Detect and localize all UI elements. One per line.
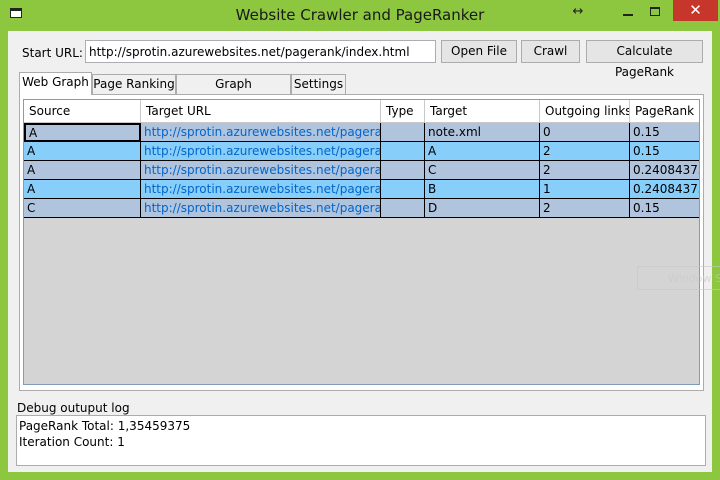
cell-pagerank[interactable]: 0.15 [630, 123, 699, 142]
cell-source[interactable]: A [24, 161, 141, 180]
cell-target-url[interactable]: http://sprotin.azurewebsites.net/pageran… [141, 142, 381, 161]
open-file-button[interactable]: Open File [441, 40, 517, 63]
table-row[interactable]: Ahttp://sprotin.azurewebsites.net/pagera… [24, 161, 699, 180]
main-content: Start URL: Open File Crawl Calculate Pag… [8, 31, 720, 472]
cell-outgoing-links[interactable]: 2 [540, 161, 630, 180]
title-bar[interactable]: Website Crawler and PageRanker ↔ ✕ [0, 0, 720, 31]
tab-settings[interactable]: Settings [291, 74, 346, 94]
close-button[interactable]: ✕ [673, 0, 718, 21]
table-row[interactable]: Ahttp://sprotin.azurewebsites.net/pagera… [24, 180, 699, 199]
cell-pagerank[interactable]: 0.24084375 [630, 161, 699, 180]
crawl-button[interactable]: Crawl [521, 40, 580, 63]
watermark-overlay: Window Sni [637, 266, 720, 290]
cell-type[interactable] [381, 199, 425, 218]
cell-target[interactable]: note.xml [425, 123, 540, 142]
cell-outgoing-links[interactable]: 2 [540, 199, 630, 218]
cell-target[interactable]: A [425, 142, 540, 161]
column-header-target-url[interactable]: Target URL [141, 100, 381, 122]
cell-target[interactable]: C [425, 161, 540, 180]
log-line: PageRank Total: 1,35459375 [19, 419, 191, 433]
resize-arrows-icon: ↔ [572, 4, 584, 19]
cell-type[interactable] [381, 123, 425, 142]
cell-type[interactable] [381, 180, 425, 199]
cell-target-url[interactable]: http://sprotin.azurewebsites.net/pageran… [141, 199, 381, 218]
start-url-label: Start URL: [22, 46, 83, 60]
cell-outgoing-links[interactable]: 1 [540, 180, 630, 199]
window-title: Website Crawler and PageRanker [235, 6, 485, 24]
cell-source[interactable]: C [24, 199, 141, 218]
tab-page-ranking[interactable]: Page Ranking [92, 74, 176, 94]
cell-target-url[interactable]: http://sprotin.azurewebsites.net/pageran… [141, 123, 381, 142]
cell-outgoing-links[interactable]: 2 [540, 142, 630, 161]
cell-target-url[interactable]: http://sprotin.azurewebsites.net/pageran… [141, 180, 381, 199]
cell-target[interactable]: B [425, 180, 540, 199]
cell-pagerank[interactable]: 0.15 [630, 199, 699, 218]
web-graph-grid[interactable]: Source Target URL Type Target Outgoing l… [23, 99, 700, 385]
calculate-pagerank-button[interactable]: Calculate PageRank [586, 40, 703, 79]
column-header-pagerank[interactable]: PageRank [630, 100, 699, 122]
table-row[interactable]: Chttp://sprotin.azurewebsites.net/pagera… [24, 199, 699, 218]
tab-web-graph[interactable]: Web Graph [19, 72, 92, 95]
table-row[interactable]: Ahttp://sprotin.azurewebsites.net/pagera… [24, 123, 699, 142]
cell-pagerank[interactable]: 0.24084375 [630, 180, 699, 199]
web-graph-panel: Source Target URL Type Target Outgoing l… [19, 94, 720, 391]
cell-outgoing-links[interactable]: 0 [540, 123, 630, 142]
cell-source[interactable]: A [24, 142, 141, 161]
minimize-button[interactable] [615, 2, 641, 22]
tab-graph-vizualization[interactable]: Graph Vizualization [176, 74, 291, 110]
cell-type[interactable] [381, 161, 425, 180]
start-url-input[interactable] [85, 40, 436, 63]
cell-source[interactable]: A [24, 180, 141, 199]
column-header-outgoing-links[interactable]: Outgoing links [540, 100, 630, 122]
table-row[interactable]: Ahttp://sprotin.azurewebsites.net/pagera… [24, 142, 699, 161]
column-header-source[interactable]: Source [24, 100, 141, 122]
cell-source[interactable]: A [24, 123, 141, 142]
cell-target[interactable]: D [425, 199, 540, 218]
cell-type[interactable] [381, 142, 425, 161]
maximize-button[interactable] [642, 2, 668, 22]
cell-target-url[interactable]: http://sprotin.azurewebsites.net/pageran… [141, 161, 381, 180]
log-line: Iteration Count: 1 [19, 435, 125, 449]
cell-pagerank[interactable]: 0.15 [630, 142, 699, 161]
debug-log-label: Debug outuput log [17, 401, 130, 415]
column-header-target[interactable]: Target [425, 100, 540, 122]
grid-header: Source Target URL Type Target Outgoing l… [24, 100, 699, 123]
debug-log-output[interactable]: PageRank Total: 1,35459375 Iteration Cou… [16, 415, 706, 466]
column-header-type[interactable]: Type [381, 100, 425, 122]
app-window: Website Crawler and PageRanker ↔ ✕ Start… [0, 0, 720, 480]
